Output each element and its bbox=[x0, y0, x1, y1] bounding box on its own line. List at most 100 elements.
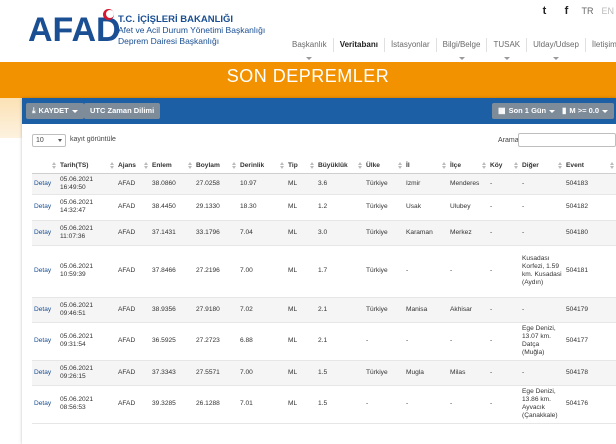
detail-link[interactable]: Detay bbox=[32, 194, 58, 221]
table-row[interactable]: Detay 05.06.2021 08:56:53 AFAD 39.3285 26.12… bbox=[32, 385, 616, 424]
table-cell: 36.5925 bbox=[150, 322, 194, 361]
utc-timezone-button[interactable]: UTC Zaman Dilimi bbox=[84, 103, 161, 119]
column-header[interactable]: İlçe bbox=[448, 158, 488, 174]
sort-icon bbox=[280, 162, 284, 169]
detail-link[interactable]: Detay bbox=[32, 220, 58, 246]
nav-item-4[interactable]: TUSAK bbox=[486, 38, 526, 60]
nav-item-label: Bilgi/Belge bbox=[442, 40, 481, 49]
table-cell: 504180 bbox=[564, 220, 616, 246]
lang-en-link[interactable]: EN bbox=[601, 6, 614, 16]
table-cell: Merkez bbox=[448, 220, 488, 246]
nav-item-0[interactable]: Başkanlık bbox=[286, 38, 333, 60]
column-header[interactable]: Boylam bbox=[194, 158, 238, 174]
per-page-select[interactable]: 10 bbox=[32, 134, 66, 147]
magnitude-filter-button[interactable]: ▮ M >= 0.0 bbox=[556, 103, 615, 119]
table-cell: 26.1288 bbox=[194, 385, 238, 424]
afad-logo[interactable]: AFAD bbox=[28, 9, 121, 48]
sort-icon bbox=[558, 162, 562, 169]
table-cell: ML bbox=[286, 173, 316, 195]
column-header[interactable]: Enlem bbox=[150, 158, 194, 174]
table-cell: AFAD bbox=[116, 220, 150, 246]
sort-icon bbox=[514, 162, 518, 169]
table-cell: 05.06.2021 09:46:51 bbox=[58, 297, 116, 323]
table-cell: - bbox=[488, 297, 520, 323]
nav-item-1[interactable]: Veritabanı bbox=[332, 38, 384, 52]
table-cell: 29.1330 bbox=[194, 194, 238, 221]
column-header[interactable]: Ülke bbox=[364, 158, 404, 174]
table-cell: ML bbox=[286, 220, 316, 246]
nav-item-3[interactable]: Bilgi/Belge bbox=[435, 38, 487, 60]
nav-item-5[interactable]: Ulday/Udsep bbox=[526, 38, 585, 60]
table-cell: - bbox=[488, 194, 520, 221]
table-row[interactable]: Detay 05.06.2021 16:49:50 AFAD 38.0860 27.02… bbox=[32, 173, 616, 195]
table-cell: Türkiye bbox=[364, 173, 404, 195]
chevron-down-icon bbox=[306, 57, 313, 60]
table-row[interactable]: Detay 05.06.2021 14:32:47 AFAD 38.4450 29.13… bbox=[32, 194, 616, 221]
detail-link[interactable]: Detay bbox=[32, 297, 58, 323]
table-cell: 05.06.2021 10:59:39 bbox=[58, 245, 116, 298]
detail-link[interactable]: Detay bbox=[32, 322, 58, 361]
period-filter-button[interactable]: ▦ Son 1 Gün bbox=[492, 103, 562, 119]
table-cell: - bbox=[364, 385, 404, 424]
column-header-label: Ülke bbox=[366, 161, 380, 169]
table-cell: 7.00 bbox=[238, 360, 286, 386]
table-cell: 3.0 bbox=[316, 220, 364, 246]
period-label: Son 1 Gün bbox=[508, 106, 547, 115]
column-header[interactable]: Event bbox=[564, 158, 616, 174]
search-input[interactable] bbox=[518, 133, 616, 147]
table-cell: 05.06.2021 16:49:50 bbox=[58, 173, 116, 195]
column-header[interactable]: Diğer bbox=[520, 158, 564, 174]
table-cell: 3.6 bbox=[316, 173, 364, 195]
table-row[interactable]: Detay 05.06.2021 11:07:36 AFAD 37.1431 33.17… bbox=[32, 220, 616, 246]
sort-icon bbox=[188, 162, 192, 169]
site-header: AFAD T.C. İÇİŞLERİ BAKANLIĞI Afet ve Aci… bbox=[0, 0, 616, 62]
table-cell: 1.5 bbox=[316, 385, 364, 424]
detail-link[interactable]: Detay bbox=[32, 385, 58, 424]
table-cell: - bbox=[488, 385, 520, 424]
table-cell: - bbox=[520, 297, 564, 323]
detail-link[interactable]: Detay bbox=[32, 360, 58, 386]
table-cell: 27.5571 bbox=[194, 360, 238, 386]
nav-item-2[interactable]: İstasyonlar bbox=[383, 38, 436, 52]
table-cell: 504183 bbox=[564, 173, 616, 195]
detail-link[interactable]: Detay bbox=[32, 173, 58, 195]
column-header[interactable]: Tarih(TS) bbox=[58, 158, 116, 174]
save-button[interactable]: ⤓ KAYDET bbox=[26, 103, 84, 119]
nav-item-label: İstasyonlar bbox=[390, 40, 430, 49]
table-cell: ML bbox=[286, 245, 316, 298]
page-title: SON DEPREMLER bbox=[226, 66, 390, 86]
table-cell: 504179 bbox=[564, 297, 616, 323]
nav-item-6[interactable]: İletişim bbox=[584, 38, 616, 52]
table-cell: - bbox=[448, 385, 488, 424]
table-row[interactable]: Detay 05.06.2021 10:59:39 AFAD 37.8466 27.21… bbox=[32, 245, 616, 298]
table-row[interactable]: Detay 05.06.2021 09:26:15 AFAD 37.3343 27.55… bbox=[32, 360, 616, 386]
chevron-down-icon bbox=[503, 57, 510, 60]
column-header[interactable]: Köy bbox=[488, 158, 520, 174]
table-cell: 1.5 bbox=[316, 360, 364, 386]
column-header-label: Event bbox=[566, 161, 584, 169]
chevron-down-icon bbox=[458, 57, 465, 60]
table-cell: 504178 bbox=[564, 360, 616, 386]
table-row[interactable]: Detay 05.06.2021 09:46:51 AFAD 38.9356 27.91… bbox=[32, 297, 616, 323]
table-cell: Ege Denizi, 13.07 km. Datça (Muğla) bbox=[520, 322, 564, 361]
table-header-row: Tarih(TS) Ajans Enlem Boylam Derinlik Tip Büyü… bbox=[32, 158, 616, 174]
column-header[interactable]: İl bbox=[404, 158, 448, 174]
lang-tr-link[interactable]: TR bbox=[581, 6, 593, 16]
twitter-icon[interactable]: t bbox=[537, 4, 551, 18]
table-cell: 7.04 bbox=[238, 220, 286, 246]
save-label: KAYDET bbox=[38, 106, 69, 115]
column-header[interactable]: Derinlik bbox=[238, 158, 286, 174]
table-cell: 504176 bbox=[564, 385, 616, 424]
facebook-icon[interactable]: f bbox=[559, 4, 573, 18]
table-cell: 38.0860 bbox=[150, 173, 194, 195]
table-cell: Türkiye bbox=[364, 245, 404, 298]
detail-link[interactable]: Detay bbox=[32, 245, 58, 298]
table-cell: 504182 bbox=[564, 194, 616, 221]
table-cell: ML bbox=[286, 194, 316, 221]
table-row[interactable]: Detay 05.06.2021 09:31:54 AFAD 36.5925 27.27… bbox=[32, 322, 616, 361]
table-cell: AFAD bbox=[116, 297, 150, 323]
column-header[interactable]: Büyüklük bbox=[316, 158, 364, 174]
table-cell: Milas bbox=[448, 360, 488, 386]
column-header[interactable]: Ajans bbox=[116, 158, 150, 174]
column-header[interactable]: Tip bbox=[286, 158, 316, 174]
